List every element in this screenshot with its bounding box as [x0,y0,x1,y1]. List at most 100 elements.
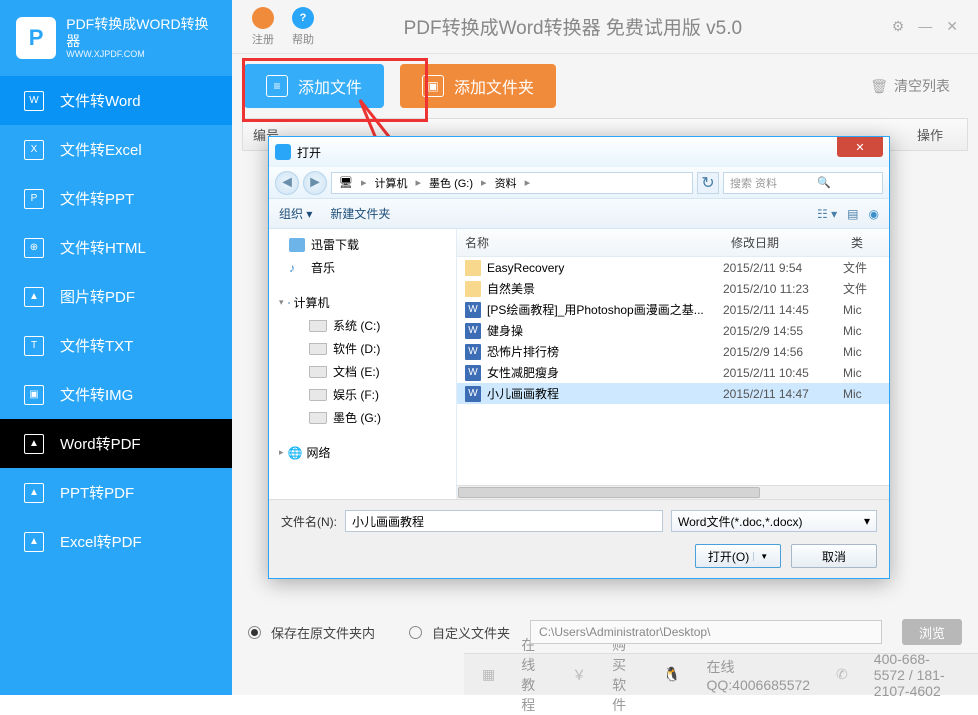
file-row[interactable]: W恐怖片排行榜2015/2/9 14:56Mic [457,341,889,362]
nav-label: 文件转Word [60,90,141,111]
tree-computer[interactable]: ▾计算机 [269,291,456,314]
search-icon: 🔍 [817,176,831,189]
refresh-button[interactable]: ↻ [697,172,719,194]
col-name[interactable]: 名称 [457,229,723,256]
nav-label: 文件转TXT [60,335,133,356]
annotation-box [242,58,428,122]
col-date[interactable]: 修改日期 [723,229,843,256]
search-input[interactable]: 搜索 资料 🔍 [723,172,883,194]
file-row[interactable]: W[PS绘画教程]_用Photoshop画漫画之基...2015/2/11 14… [457,299,889,320]
cancel-button[interactable]: 取消 [791,544,877,568]
sidebar-item[interactable]: ▲Word转PDF [0,419,232,468]
yen-icon: ￥ [572,665,586,685]
chevron-right-icon: ▸ [522,176,534,189]
file-row[interactable]: 自然美景2015/2/10 11:23文件 [457,278,889,299]
breadcrumb[interactable]: 🖥 ▸计算机▸墨色 (G:)▸资料▸ [331,172,693,194]
folder-tree: 迅雷下载 ♪音乐 ▾计算机 系统 (C:)软件 (D:)文档 (E:)娱乐 (F… [269,229,457,499]
sidebar-item[interactable]: ▲PPT转PDF [0,468,232,517]
tree-download[interactable]: 迅雷下载 [269,233,456,256]
radio-original[interactable] [248,626,261,639]
chevron-down-icon: ▾ [279,297,284,308]
open-button[interactable]: 打开(O)▼ [695,544,781,568]
sidebar-item[interactable]: P文件转PPT [0,174,232,223]
dialog-help-icon[interactable]: ◉ [869,207,879,221]
filename-input[interactable] [345,510,663,532]
dialog-toolbar: 组织 ▾ 新建文件夹 ☷ ▾ ▤ ◉ [269,199,889,229]
organize-button[interactable]: 组织 ▾ [279,205,312,222]
help-icon: ? [292,7,314,29]
new-folder-button[interactable]: 新建文件夹 [330,205,390,222]
sidebar-item[interactable]: T文件转TXT [0,321,232,370]
sidebar-item[interactable]: ▲图片转PDF [0,272,232,321]
footer-phone: 400-668-5572 / 181-2107-4602 [874,651,960,699]
chevron-down-icon: ▾ [864,514,870,528]
radio-custom[interactable] [409,626,422,639]
file-name: 健身操 [487,322,723,339]
file-row[interactable]: W小儿画画教程2015/2/11 14:47Mic [457,383,889,404]
footer-qq[interactable]: 在线QQ:4006685572 [707,657,811,693]
close-icon[interactable]: ✕ [946,18,958,35]
nav-back-button[interactable]: ◄ [275,171,299,195]
music-icon: ♪ [289,261,305,275]
nav-fwd-button[interactable]: ► [303,171,327,195]
footer: ▦ 在线教程 ￥ 购买软件 🐧 在线QQ:4006685572 ✆ 400-66… [464,653,978,695]
filename-label: 文件名(N): [281,513,337,530]
help-button[interactable]: ? 帮助 [292,7,314,47]
filetype-select[interactable]: Word文件(*.doc,*.docx) ▾ [671,510,877,532]
file-open-dialog: 打开 ✕ ◄ ► 🖥 ▸计算机▸墨色 (G:)▸资料▸ ↻ 搜索 资料 🔍 组织… [268,136,890,579]
file-list-header: 名称 修改日期 类 [457,229,889,257]
tree-drive[interactable]: 娱乐 (F:) [269,383,456,406]
help-label: 帮助 [292,31,314,47]
qq-icon: 🐧 [663,666,680,683]
sidebar-item[interactable]: ⊕文件转HTML [0,223,232,272]
opt-original-label: 保存在原文件夹内 [271,623,375,642]
drive-icon [309,389,327,401]
register-button[interactable]: 注册 [252,7,274,47]
nav-label: 图片转PDF [60,286,135,307]
logo-title: PDF转换成WORD转换器 [66,16,216,50]
file-row[interactable]: EasyRecovery2015/2/11 9:54文件 [457,257,889,278]
file-row[interactable]: W健身操2015/2/9 14:55Mic [457,320,889,341]
path-display: C:\Users\Administrator\Desktop\ [530,620,882,644]
tree-drive[interactable]: 系统 (C:) [269,314,456,337]
dialog-close-button[interactable]: ✕ [837,137,883,157]
crumb-item[interactable]: 墨色 (G:) [426,175,476,191]
file-name: 小儿画画教程 [487,385,723,402]
h-scrollbar[interactable] [457,485,889,499]
tree-drive[interactable]: 文档 (E:) [269,360,456,383]
dialog-icon [275,144,291,160]
browse-button[interactable]: 浏览 [902,619,962,645]
sidebar-item[interactable]: ▲Excel转PDF [0,517,232,566]
tree-drive[interactable]: 软件 (D:) [269,337,456,360]
logo-sub: WWW.XJPDF.COM [66,49,216,60]
tree-network[interactable]: ▸🌐网络 [269,441,456,464]
sidebar-item[interactable]: W文件转Word [0,76,232,125]
minimize-icon[interactable]: — [918,18,932,35]
view-mode-button[interactable]: ☷ ▾ [817,207,837,221]
view-list-button[interactable]: ▤ [847,207,858,221]
crumb-item[interactable]: 计算机 [372,175,411,191]
nav-icon: ⊕ [24,238,44,258]
sidebar-item[interactable]: X文件转Excel [0,125,232,174]
tree-drive[interactable]: 墨色 (G:) [269,406,456,429]
drive-icon [309,366,327,378]
nav-icon: ▲ [24,532,44,552]
nav-icon: X [24,140,44,160]
chevron-down-icon: ▼ [753,552,768,561]
col-type[interactable]: 类 [843,229,889,256]
file-date: 2015/2/11 14:47 [723,387,843,401]
folder-icon [465,281,481,297]
file-type: Mic [843,324,889,338]
pc-icon: 🖥 [336,176,356,189]
crumb-item[interactable]: 资料 [492,175,520,191]
filetype-value: Word文件(*.doc,*.docx) [678,513,802,530]
phone-icon: ✆ [836,666,848,683]
folder-icon [465,260,481,276]
settings-icon[interactable]: ⚙ [892,18,905,35]
sidebar-item[interactable]: ▣文件转IMG [0,370,232,419]
globe-icon: ▦ [482,666,495,683]
file-row[interactable]: W女性减肥瘦身2015/2/11 10:45Mic [457,362,889,383]
tree-music[interactable]: ♪音乐 [269,256,456,279]
clear-list-button[interactable]: 🗑 清空列表 [870,76,966,96]
logo: P PDF转换成WORD转换器 WWW.XJPDF.COM [0,0,232,76]
